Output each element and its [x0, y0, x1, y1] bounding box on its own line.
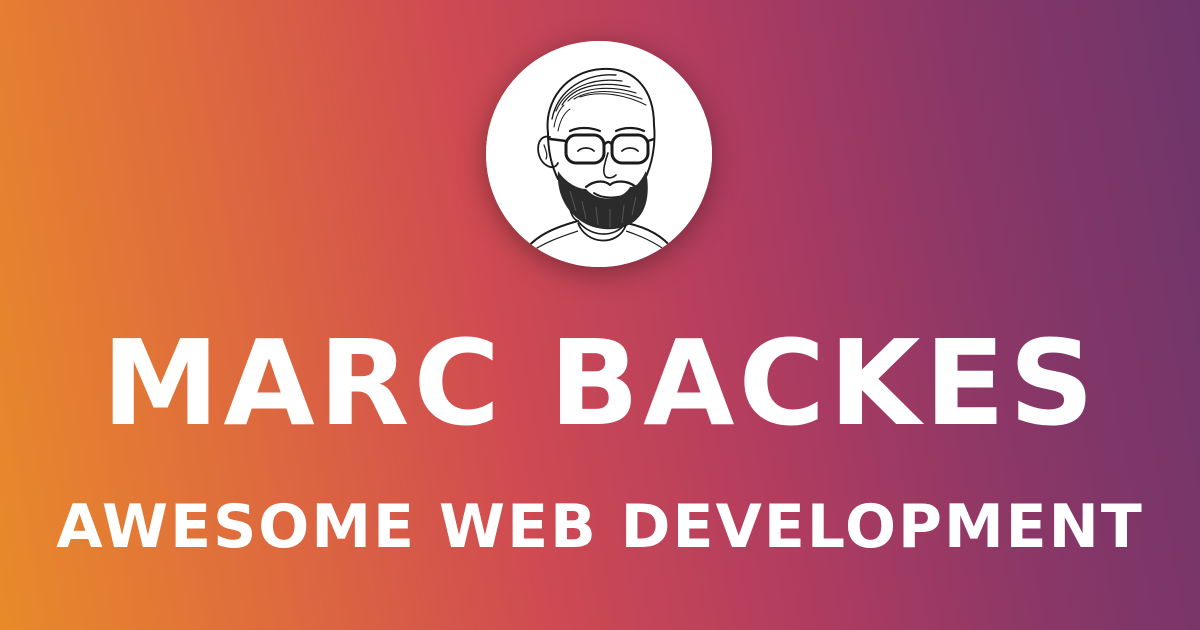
- avatar: [486, 41, 712, 267]
- page-title: MARC BACKES: [101, 314, 1099, 452]
- tagline: AWESOME WEB DEVELOPMENT: [56, 492, 1144, 562]
- portrait-sketch-icon: [486, 41, 712, 267]
- hero-banner: MARC BACKES AWESOME WEB DEVELOPMENT: [0, 0, 1200, 630]
